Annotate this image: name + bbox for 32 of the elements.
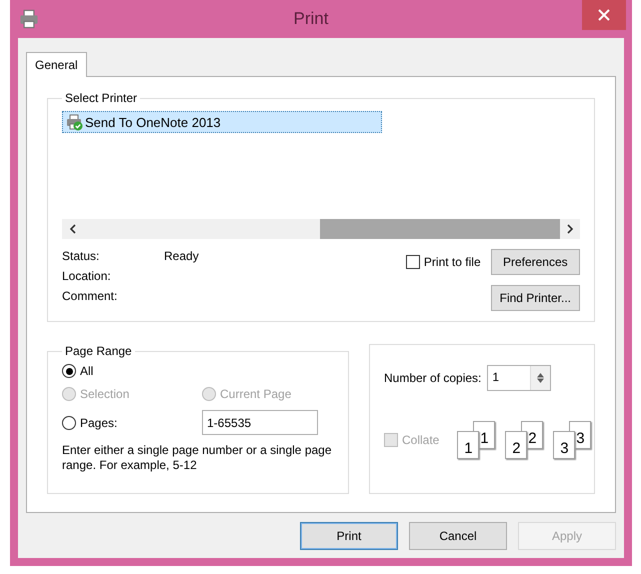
printer-list[interactable]: Send To OneNote 2013 bbox=[62, 109, 580, 219]
group-title: Page Range bbox=[64, 344, 133, 358]
scrollbar[interactable] bbox=[62, 219, 580, 239]
page-icon: 2 bbox=[505, 431, 528, 459]
dialog-button[interactable]: Cancel bbox=[409, 522, 507, 550]
field-label: Location: bbox=[62, 269, 112, 283]
printer-icon bbox=[65, 113, 83, 131]
pages-field[interactable]: 1-65535 bbox=[202, 410, 318, 435]
chevron-left-icon[interactable] bbox=[68, 224, 76, 234]
dialog-button[interactable]: Print bbox=[300, 522, 398, 550]
chevron-right-icon[interactable] bbox=[566, 224, 574, 234]
find-printer-button[interactable]: Find Printer... bbox=[490, 285, 580, 311]
field-value: Ready bbox=[164, 249, 200, 263]
window-title: Print bbox=[292, 9, 330, 29]
radio-button[interactable]: All bbox=[62, 364, 202, 378]
close-icon bbox=[598, 9, 610, 21]
field-label: Status: bbox=[62, 249, 100, 263]
preferences-button[interactable]: Preferences bbox=[490, 249, 580, 275]
field-label: Comment: bbox=[62, 289, 118, 303]
down-arrow-icon[interactable] bbox=[537, 378, 544, 383]
radio-button[interactable]: Pages: bbox=[62, 416, 202, 430]
close-button[interactable] bbox=[582, 0, 626, 30]
copies-spinbox[interactable]: 1 bbox=[487, 365, 552, 391]
print-to-file-checkbox[interactable]: Print to file bbox=[406, 255, 481, 269]
tab[interactable]: General bbox=[26, 52, 87, 77]
page-icon: 1 bbox=[457, 431, 480, 459]
printer-icon bbox=[18, 8, 40, 30]
hint-text: Enter either a single page number or a single page range. For example, 5-12 bbox=[62, 443, 333, 473]
field-label: Number of copies: bbox=[384, 371, 482, 385]
page-icon: 3 bbox=[553, 431, 576, 459]
group-title: Select Printer bbox=[64, 91, 138, 105]
up-arrow-icon[interactable] bbox=[537, 373, 544, 378]
